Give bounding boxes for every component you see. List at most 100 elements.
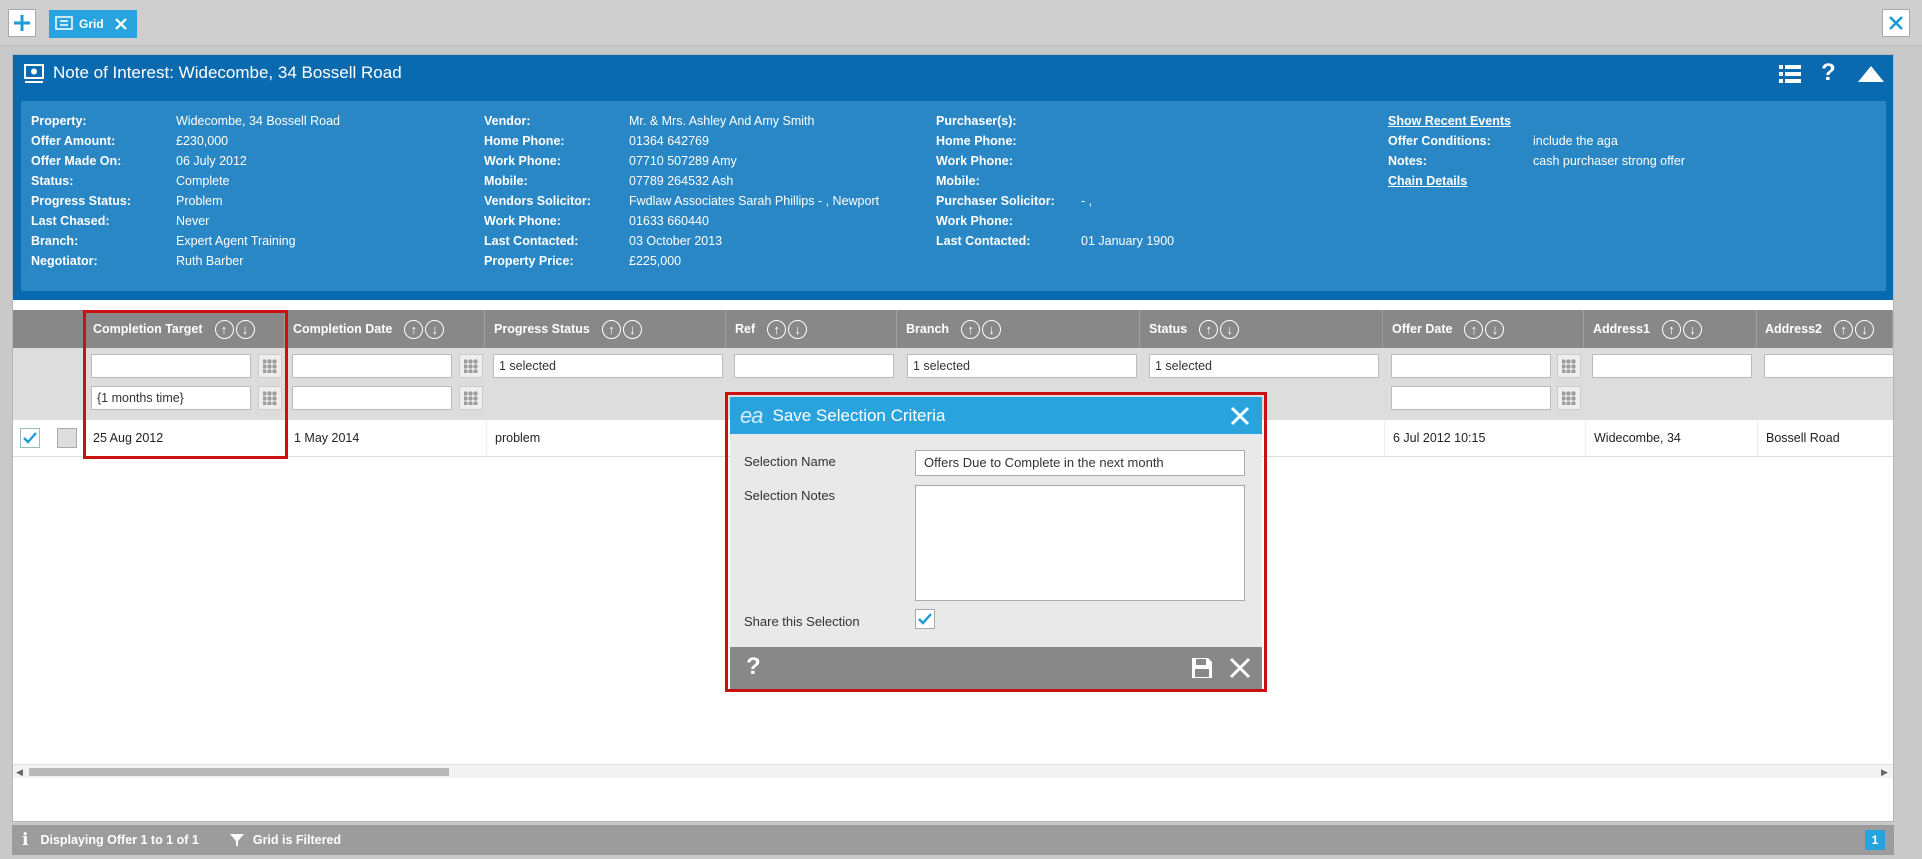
checkmark-icon (23, 432, 37, 444)
calendar-icon[interactable] (1557, 354, 1581, 378)
detail-label: Mobile: (936, 174, 980, 188)
cancel-icon[interactable] (1229, 657, 1251, 679)
sort-asc-icon[interactable]: ↑ (1199, 319, 1219, 339)
col-header-address1[interactable]: Address1 ↑ ↓ (1585, 310, 1757, 348)
page-number-button[interactable]: 1 (1865, 830, 1885, 850)
scrollbar-thumb[interactable] (29, 768, 449, 776)
sort-buttons[interactable]: ↑ ↓ (601, 319, 642, 339)
sort-desc-icon[interactable]: ↓ (425, 319, 445, 339)
address1-filter-input[interactable] (1592, 354, 1752, 378)
selection-notes-label: Selection Notes (744, 488, 836, 503)
sort-desc-icon[interactable]: ↓ (982, 319, 1002, 339)
list-view-icon[interactable] (1779, 64, 1801, 84)
close-dialog-icon[interactable] (1230, 406, 1250, 426)
detail-label: Status: (31, 174, 74, 188)
ref-filter-input[interactable] (734, 354, 894, 378)
detail-label: Vendors Solicitor: (484, 194, 591, 208)
sort-desc-icon[interactable]: ↓ (788, 319, 808, 339)
notes-label: Notes: (1388, 154, 1427, 168)
col-header-ref[interactable]: Ref ↑ ↓ (727, 310, 897, 348)
sort-buttons[interactable]: ↑ ↓ (1833, 319, 1874, 339)
progress-status-filter[interactable]: 1 selected (493, 354, 723, 378)
detail-label: Home Phone: (936, 134, 1017, 148)
detail-value: £225,000 (629, 254, 682, 268)
collapse-icon[interactable] (1857, 64, 1885, 84)
detail-label: Vendor: (484, 114, 531, 128)
completion-date-to-input[interactable] (292, 386, 452, 410)
ea-logo-icon: ea (740, 402, 764, 428)
sort-buttons[interactable]: ↑ ↓ (961, 319, 1002, 339)
row-secondary-checkbox[interactable] (57, 428, 77, 448)
purchaser-details-card: Purchaser(s): Home Phone: Work Phone: Mobil… (926, 101, 1384, 291)
sort-asc-icon[interactable]: ↑ (1464, 319, 1484, 339)
sort-asc-icon[interactable]: ↑ (961, 319, 981, 339)
scroll-left-icon[interactable]: ◀ (16, 767, 23, 778)
detail-value (1081, 211, 1374, 231)
col-label: Progress Status (494, 322, 590, 336)
tab-grid[interactable]: Grid (49, 10, 137, 38)
sort-buttons[interactable]: ↑ ↓ (1661, 319, 1702, 339)
save-icon[interactable] (1191, 657, 1213, 679)
offer-date-from-input[interactable] (1391, 354, 1551, 378)
detail-label: Work Phone: (484, 154, 561, 168)
col-label: Completion Date (293, 322, 393, 336)
close-window-button[interactable] (1882, 9, 1910, 37)
detail-label: Work Phone: (484, 214, 561, 228)
status-filter[interactable]: 1 selected (1149, 354, 1379, 378)
address2-filter-input[interactable] (1764, 354, 1893, 378)
help-icon[interactable]: ? (746, 653, 761, 681)
close-tab-icon[interactable] (114, 17, 128, 31)
displaying-text: Displaying Offer 1 to 1 of 1 (40, 833, 199, 847)
offer-icon (24, 64, 44, 83)
detail-value: 03 October 2013 (629, 234, 723, 248)
col-header-branch[interactable]: Branch ↑ ↓ (898, 310, 1140, 348)
scroll-right-icon[interactable]: ▶ (1881, 767, 1888, 778)
detail-label: Property: (31, 114, 87, 128)
offer-date-to-input[interactable] (1391, 386, 1551, 410)
sort-buttons[interactable]: ↑ ↓ (767, 319, 808, 339)
chain-details-link[interactable]: Chain Details (1388, 171, 1467, 191)
offer-notes-card: Show Recent Events Offer Conditions: incl… (1378, 101, 1886, 291)
horizontal-scrollbar[interactable]: ◀ ▶ (13, 764, 1893, 778)
calendar-icon[interactable] (459, 386, 483, 410)
sort-desc-icon[interactable]: ↓ (622, 319, 642, 339)
detail-label: Purchaser Solicitor: (936, 194, 1055, 208)
col-header-progress-status[interactable]: Progress Status ↑ ↓ (486, 310, 726, 348)
add-button[interactable] (8, 9, 36, 37)
detail-label: Property Price: (484, 254, 574, 268)
col-header-address2[interactable]: Address2 ↑ ↓ (1757, 310, 1893, 348)
col-header-completion-date[interactable]: Completion Date ↑ ↓ (285, 310, 485, 348)
branch-filter[interactable]: 1 selected (907, 354, 1137, 378)
help-icon[interactable]: ? (1821, 59, 1836, 87)
sort-asc-icon[interactable]: ↑ (601, 319, 621, 339)
detail-row: Home Phone: (936, 131, 1374, 151)
sort-asc-icon[interactable]: ↑ (767, 319, 787, 339)
sort-buttons[interactable]: ↑ ↓ (1199, 319, 1240, 339)
selection-notes-textarea[interactable] (915, 485, 1245, 601)
share-selection-checkbox[interactable] (915, 609, 935, 629)
checkmark-icon (918, 613, 932, 625)
detail-row: Last Contacted: 01 January 1900 (936, 231, 1374, 251)
show-recent-events-link[interactable]: Show Recent Events (1388, 111, 1511, 131)
cell-address2: Bossell Road (1757, 420, 1893, 457)
sort-asc-icon[interactable]: ↑ (1833, 319, 1853, 339)
completion-date-from-input[interactable] (292, 354, 452, 378)
detail-row: Negotiator: Ruth Barber (31, 251, 469, 271)
detail-value: Never (176, 214, 210, 228)
calendar-icon[interactable] (1557, 386, 1581, 410)
col-header-offer-date[interactable]: Offer Date ↑ ↓ (1384, 310, 1584, 348)
sort-asc-icon[interactable]: ↑ (1661, 319, 1681, 339)
row-select-checkbox[interactable] (20, 428, 40, 448)
selection-name-input[interactable]: Offers Due to Complete in the next month (915, 450, 1245, 476)
sort-asc-icon[interactable]: ↑ (404, 319, 424, 339)
sort-buttons[interactable]: ↑ ↓ (1464, 319, 1505, 339)
detail-row: Last Contacted: 03 October 2013 (484, 231, 922, 251)
sort-desc-icon[interactable]: ↓ (1485, 319, 1505, 339)
sort-desc-icon[interactable]: ↓ (1854, 319, 1874, 339)
col-label: Offer Date (1392, 322, 1453, 336)
sort-desc-icon[interactable]: ↓ (1682, 319, 1702, 339)
calendar-icon[interactable] (459, 354, 483, 378)
sort-desc-icon[interactable]: ↓ (1220, 319, 1240, 339)
sort-buttons[interactable]: ↑ ↓ (404, 319, 445, 339)
col-header-status[interactable]: Status ↑ ↓ (1141, 310, 1383, 348)
